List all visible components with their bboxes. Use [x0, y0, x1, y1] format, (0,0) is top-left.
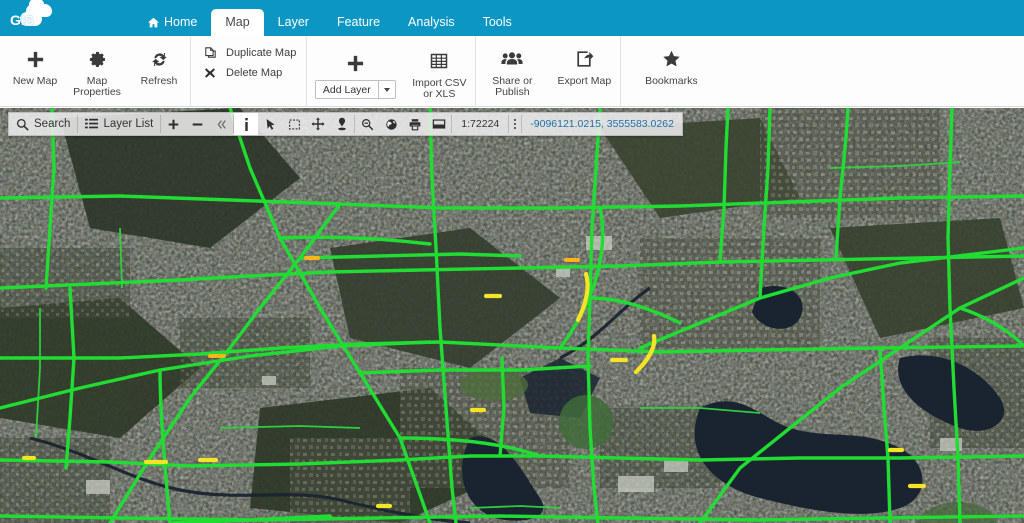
delete-map-button[interactable]: Delete Map	[203, 67, 282, 79]
vertical-dots-icon[interactable]	[509, 113, 521, 135]
add-layer-button[interactable]: Add Layer	[314, 80, 379, 99]
home-icon	[148, 17, 159, 28]
add-layer-dropdown-toggle[interactable]	[378, 80, 396, 99]
list-icon	[85, 118, 99, 130]
map-toolbar: Search Layer List 1:72224 -9096121.0215,…	[8, 112, 683, 136]
gear-icon	[88, 46, 107, 72]
layer-list-label: Layer List	[103, 118, 154, 130]
bookmarks-button[interactable]: Bookmarks	[635, 42, 707, 87]
ribbon-group-bookmarks: Bookmarks	[620, 36, 707, 106]
star-icon	[661, 46, 682, 72]
new-map-button[interactable]: New Map	[4, 42, 66, 87]
select-rectangle-button[interactable]	[282, 113, 306, 135]
tab-feature[interactable]: Feature	[323, 9, 394, 36]
duplicate-map-button[interactable]: Duplicate Map	[203, 46, 296, 59]
copy-icon	[203, 46, 217, 59]
search-icon	[16, 118, 29, 131]
zoom-out-box-button[interactable]	[355, 113, 379, 135]
tab-map-label: Map	[225, 15, 250, 29]
map-canvas[interactable]: Search Layer List 1:72224 -9096121.0215,…	[0, 108, 1024, 523]
map-coordinates: -9096121.0215, 3555583.0262	[530, 118, 674, 130]
refresh-button[interactable]: Refresh	[128, 42, 190, 87]
measure-pin-button[interactable]	[330, 113, 354, 135]
basemap-satellite-imagery	[0, 108, 1024, 523]
refresh-icon	[150, 46, 169, 72]
add-layer-split-button: Add Layer	[314, 80, 396, 99]
search-label: Search	[34, 118, 71, 130]
close-x-icon	[203, 67, 217, 79]
full-extent-globe-button[interactable]	[379, 113, 403, 135]
add-layer-control: Add Layer	[307, 42, 403, 99]
print-button[interactable]	[403, 113, 427, 135]
tab-tools-label: Tools	[482, 15, 512, 29]
basemap-button[interactable]	[427, 113, 451, 135]
map-properties-label: Map Properties	[73, 75, 121, 98]
refresh-label: Refresh	[140, 75, 178, 87]
map-scale: 1:72224	[461, 118, 500, 130]
logo-text: GIS	[10, 12, 35, 28]
tab-tools[interactable]: Tools	[469, 9, 526, 36]
gis-application: GIS Home Map Layer Feature Analysis Tool…	[0, 0, 1024, 523]
ribbon-toolbar: New Map Map Properties Refresh Duplicate…	[0, 36, 1024, 107]
pan-move-button[interactable]	[306, 113, 330, 135]
chevron-down-icon	[383, 87, 390, 92]
ribbon-group-manage: Duplicate Map Delete Map	[190, 36, 306, 106]
delete-map-label: Delete Map	[226, 67, 283, 79]
main-tabs: Home Map Layer Feature Analysis Tools	[134, 0, 526, 36]
select-pointer-button[interactable]	[258, 113, 282, 135]
ribbon-group-map: New Map Map Properties Refresh	[0, 36, 190, 106]
tab-home[interactable]: Home	[134, 9, 211, 36]
users-icon	[501, 46, 523, 72]
plus-icon	[346, 48, 365, 78]
layer-list-button[interactable]: Layer List	[78, 113, 160, 135]
app-logo[interactable]: GIS	[0, 0, 62, 36]
share-publish-label: Share or Publish	[492, 75, 533, 98]
export-map-label: Export Map	[557, 75, 612, 87]
app-header: GIS Home Map Layer Feature Analysis Tool…	[0, 0, 1024, 36]
duplicate-map-label: Duplicate Map	[226, 46, 297, 59]
import-csv-button[interactable]: Import CSV or XLS	[403, 44, 475, 100]
plus-icon	[26, 46, 45, 72]
tab-home-label: Home	[164, 15, 198, 29]
bookmarks-label: Bookmarks	[645, 75, 698, 87]
zoom-out-button[interactable]	[185, 113, 209, 135]
tab-layer-label: Layer	[277, 15, 309, 29]
share-publish-button[interactable]: Share or Publish	[476, 42, 548, 98]
table-grid-icon	[429, 48, 449, 74]
share-arrow-icon	[574, 46, 594, 72]
tab-map[interactable]: Map	[211, 9, 264, 36]
tab-analysis-label: Analysis	[408, 15, 455, 29]
tab-feature-label: Feature	[336, 15, 381, 29]
ribbon-group-share: Share or Publish Export Map	[475, 36, 620, 106]
tab-layer[interactable]: Layer	[264, 9, 323, 36]
identify-info-button[interactable]	[234, 113, 259, 135]
search-button[interactable]: Search	[9, 113, 77, 135]
zoom-in-button[interactable]	[161, 113, 185, 135]
map-properties-button[interactable]: Map Properties	[66, 42, 128, 98]
collapse-button[interactable]	[209, 113, 233, 135]
export-map-button[interactable]: Export Map	[548, 42, 620, 87]
import-csv-label: Import CSV or XLS	[412, 77, 467, 100]
new-map-label: New Map	[12, 75, 58, 87]
tab-analysis[interactable]: Analysis	[394, 9, 469, 36]
ribbon-group-layer: Add Layer Import CSV or XLS	[306, 36, 475, 106]
